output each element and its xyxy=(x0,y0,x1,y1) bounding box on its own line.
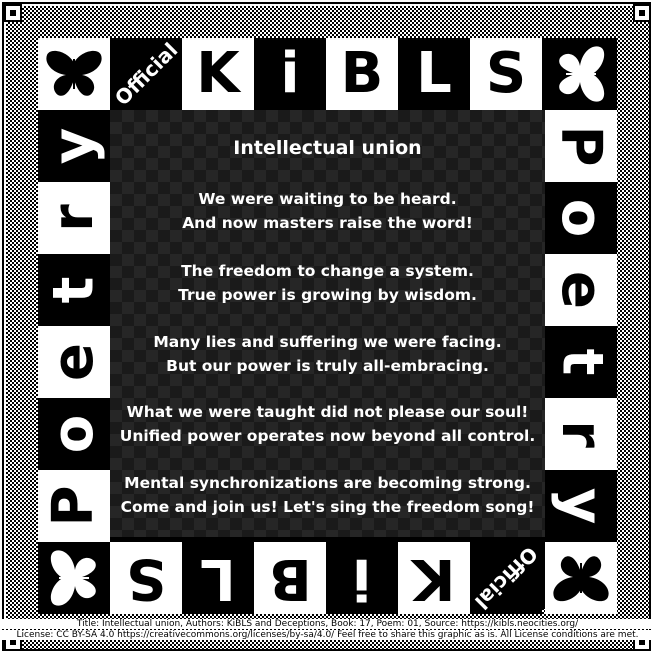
poem-line-1: We were waiting to be heard. xyxy=(198,190,457,208)
poem-panel xyxy=(110,110,545,537)
letter-k: K xyxy=(196,41,240,106)
poem-line-6: But our power is truly all-embracing. xyxy=(166,357,489,375)
letter-tile-left-t: t xyxy=(38,254,110,326)
butterfly-icon xyxy=(50,550,96,606)
letter-tile-right-t: t xyxy=(545,326,617,398)
letter-b: B xyxy=(340,41,384,106)
poem-title: Intellectual union xyxy=(233,137,422,159)
letter-tile-top-1: K xyxy=(182,38,254,110)
poem-line-3: The freedom to change a system. xyxy=(181,262,474,280)
letter-tile-top-4: L xyxy=(398,38,470,110)
butterfly-tile-top-right xyxy=(545,38,617,110)
letter-tile-top-2: i xyxy=(254,38,326,110)
letter-tile-bottom-5: K xyxy=(398,542,470,614)
letter-tile-left-r: r xyxy=(38,182,110,254)
official-tile-top: Official xyxy=(110,38,182,110)
letter-tile-left-e: e xyxy=(38,326,110,398)
butterfly-tile-bottom-left xyxy=(38,542,110,614)
letter-tile-left-o: o xyxy=(38,398,110,470)
letter-l: L xyxy=(416,41,452,106)
butterfly-icon xyxy=(559,46,605,102)
poem-line-2: And now masters raise the word! xyxy=(182,214,473,232)
letter-s: S xyxy=(485,41,527,106)
corner-mark-top-left xyxy=(4,4,22,22)
letter-tile-right-y: y xyxy=(545,470,617,542)
letter-tile-bottom-3: B xyxy=(254,542,326,614)
poster: Official K i B L S y r t e o P P o e t r… xyxy=(0,0,655,655)
poem-line-5: Many lies and suffering we were facing. xyxy=(153,333,502,351)
letter-tile-right-r: r xyxy=(545,398,617,470)
letter-tile-bottom-4: i xyxy=(326,542,398,614)
corner-mark-top-right xyxy=(633,4,651,22)
butterfly-icon xyxy=(553,556,609,602)
poem-line-9: Mental synchronizations are becoming str… xyxy=(124,474,531,492)
footer-license: License: CC BY-SA 4.0 https://creativeco… xyxy=(0,630,655,640)
letter-tile-left-y: y xyxy=(38,110,110,182)
poem-line-4: True power is growing by wisdom. xyxy=(178,286,477,304)
letter-tile-right-o: o xyxy=(545,182,617,254)
letter-tile-bottom-1: S xyxy=(110,542,182,614)
official-tile-bottom: Official xyxy=(470,542,542,614)
butterfly-icon xyxy=(46,50,102,96)
letter-tile-left-p: P xyxy=(38,470,110,542)
letter-tile-right-e: e xyxy=(545,254,617,326)
poem-line-7: What we were taught did not please our s… xyxy=(126,403,529,421)
official-label: Official xyxy=(110,38,182,110)
letter-tile-right-p: P xyxy=(545,110,617,182)
butterfly-tile-bottom-right xyxy=(545,542,617,614)
butterfly-tile-top-left xyxy=(38,38,110,110)
letter-tile-top-5: S xyxy=(470,38,542,110)
official-label: Official xyxy=(470,542,542,614)
poem-line-8: Unified power operates now beyond all co… xyxy=(119,427,536,445)
letter-tile-top-3: B xyxy=(326,38,398,110)
poem-line-10: Come and join us! Let's sing the freedom… xyxy=(120,498,535,516)
letter-i: i xyxy=(280,41,300,106)
footer-credits: Title: Intellectual union, Authors: KiBL… xyxy=(0,619,655,629)
letter-tile-bottom-2: L xyxy=(182,542,254,614)
